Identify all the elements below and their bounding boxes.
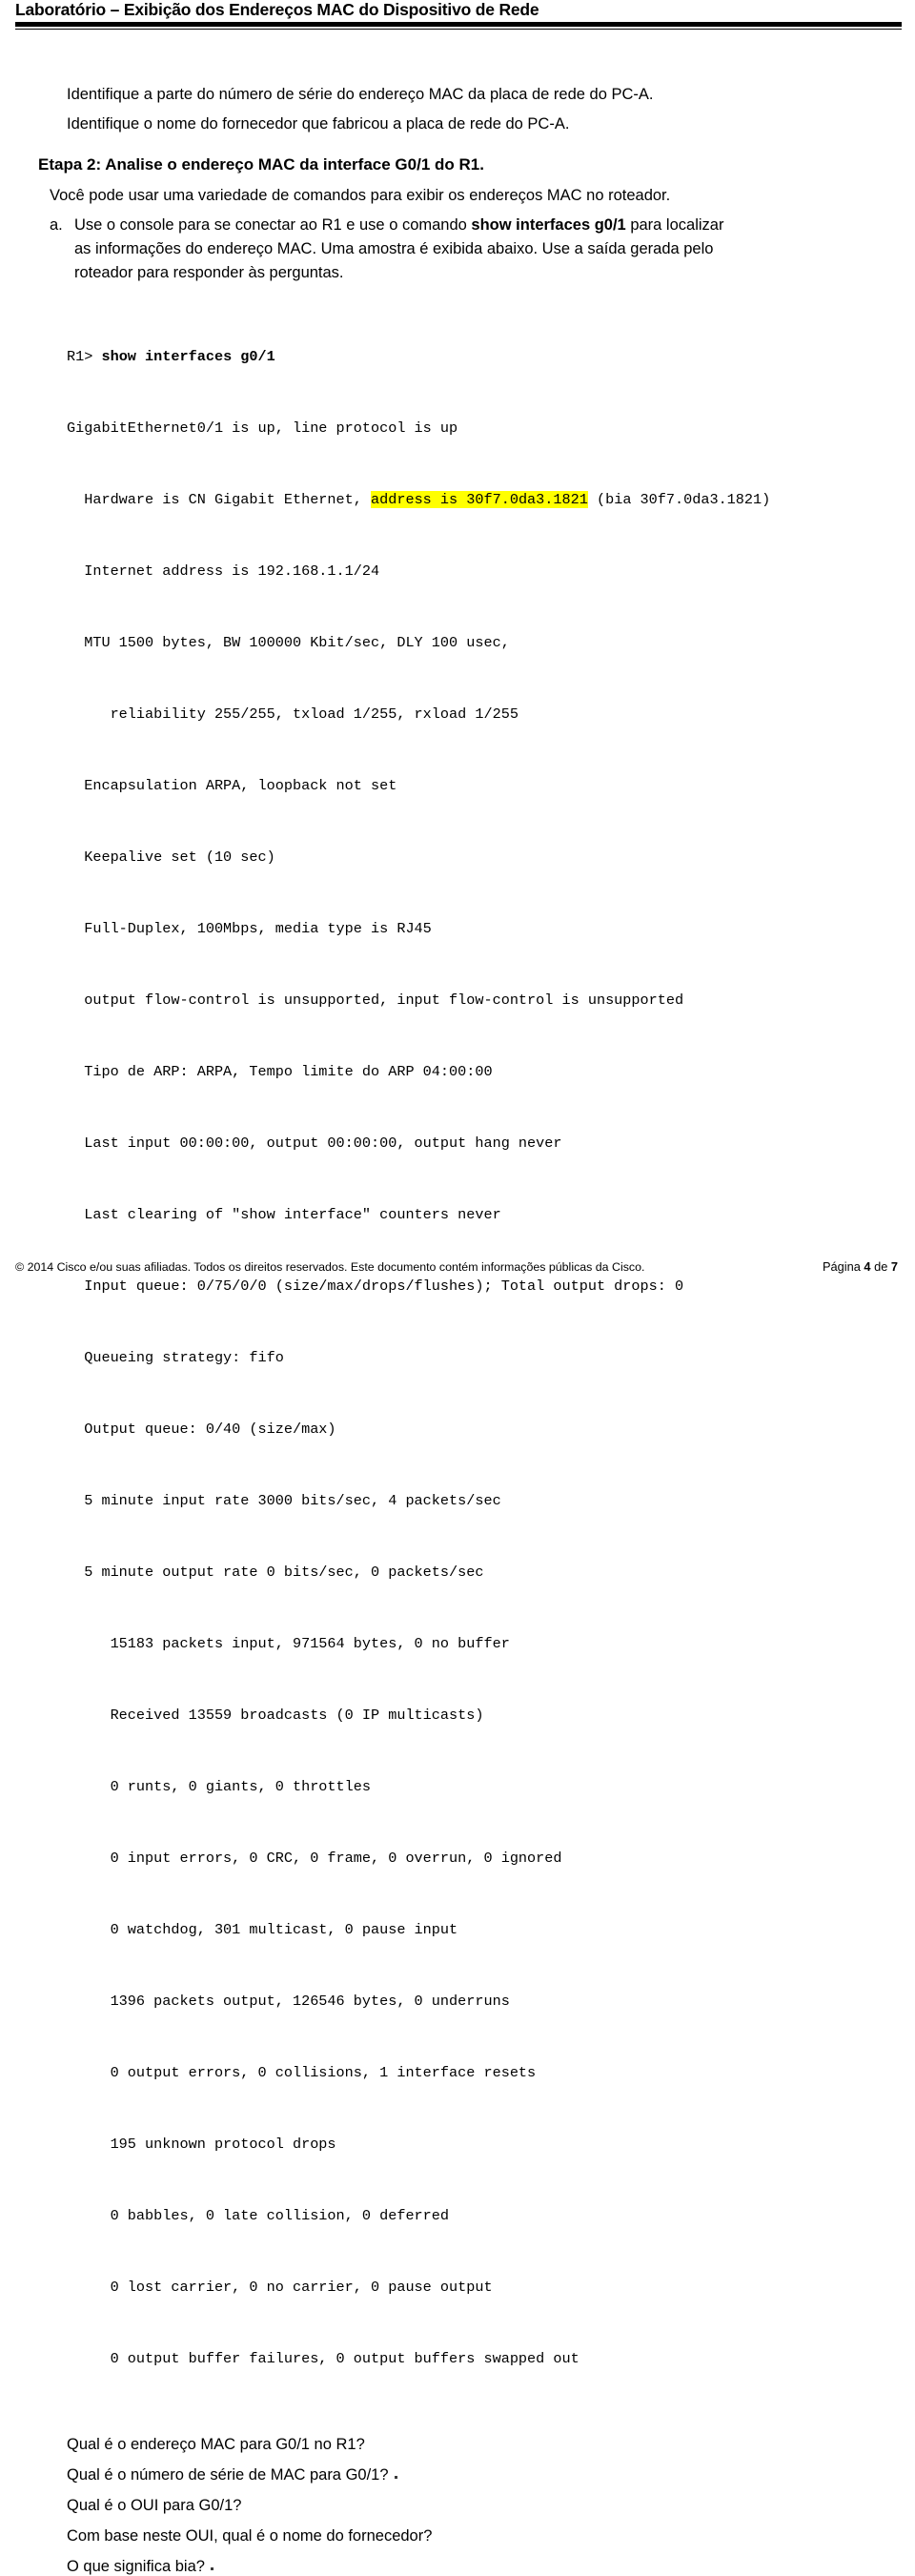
header-rule-thick [15, 22, 902, 27]
item-a-text-before: Use o console para se conectar ao R1 e u… [74, 216, 472, 234]
step-intro-text: Você pode usar uma variedade de comandos… [50, 187, 671, 204]
lettered-item-a: a. Use o console para se conectar ao R1 … [50, 214, 886, 285]
terminal-output: R1> show interfaces g0/1 GigabitEthernet… [67, 297, 886, 2419]
terminal-line: 0 runts, 0 giants, 0 throttles [67, 1778, 371, 1795]
terminal-line: Input queue: 0/75/0/0 (size/max/drops/fl… [67, 1278, 684, 1295]
terminal-prompt: R1> [67, 348, 102, 365]
terminal-line: Received 13559 broadcasts (0 IP multicas… [67, 1707, 484, 1724]
question-text: Com base neste OUI, qual é o nome do for… [67, 2527, 433, 2545]
lettered-item-marker: a. [50, 216, 63, 234]
footer-page-middle: de [870, 1259, 891, 1274]
carryover-item-2: Identifique o nome do fornecedor que fab… [67, 115, 570, 133]
item-a-command-bold: show interfaces g0/1 [471, 216, 626, 234]
terminal-command-line: R1> show interfaces g0/1 [67, 345, 886, 369]
question-item: Com base neste OUI, qual é o nome do for… [67, 2521, 886, 2551]
question-text: Qual é o OUI para G0/1? [67, 2497, 242, 2514]
page-content: Identifique a parte do número de série d… [0, 80, 915, 2576]
terminal-line: Full-Duplex, 100Mbps, media type is RJ45 [67, 920, 432, 937]
terminal-line-hardware: Hardware is CN Gigabit Ethernet, address… [67, 488, 886, 512]
terminal-line: reliability 255/255, txload 1/255, rxloa… [67, 705, 518, 723]
answer-mark [210, 2567, 214, 2570]
terminal-line: Tipo de ARP: ARPA, Tempo limite do ARP 0… [67, 1063, 493, 1080]
terminal-line: Keepalive set (10 sec) [67, 848, 275, 866]
question-text: Qual é o número de série de MAC para G0/… [67, 2466, 389, 2484]
terminal-line: 0 watchdog, 301 multicast, 0 pause input [67, 1921, 458, 1938]
terminal-line: 1396 packets output, 126546 bytes, 0 und… [67, 1993, 510, 2010]
footer-page-total: 7 [890, 1259, 898, 1274]
footer-page-prefix: Página [822, 1259, 864, 1274]
terminal-line: output flow-control is unsupported, inpu… [67, 992, 684, 1009]
terminal-line: 0 lost carrier, 0 no carrier, 0 pause ou… [67, 2279, 493, 2296]
footer-page-current: 4 [864, 1259, 871, 1274]
terminal-line: Encapsulation ARPA, loopback not set [67, 777, 397, 794]
terminal-line: 0 output buffer failures, 0 output buffe… [67, 2350, 580, 2367]
terminal-line: 0 output errors, 0 collisions, 1 interfa… [67, 2064, 537, 2081]
terminal-line: MTU 1500 bytes, BW 100000 Kbit/sec, DLY … [67, 634, 510, 651]
footer-copyright: © 2014 Cisco e/ou suas afiliadas. Todos … [15, 1260, 645, 1274]
carryover-item-1: Identifique a parte do número de série d… [67, 86, 654, 103]
hardware-line-prefix: Hardware is CN Gigabit Ethernet, [67, 491, 371, 508]
terminal-line: Queueing strategy: fifo [67, 1349, 284, 1366]
question-item: Qual é o endereço MAC para G0/1 no R1? [67, 2429, 886, 2460]
terminal-line: 195 unknown protocol drops [67, 2136, 336, 2153]
terminal-line: Output queue: 0/40 (size/max) [67, 1421, 336, 1438]
step-heading: Etapa 2: Analise o endereço MAC da inter… [38, 155, 484, 174]
terminal-line: 0 babbles, 0 late collision, 0 deferred [67, 2207, 450, 2224]
question-item: O que significa bia? [67, 2551, 886, 2576]
footer-page-number: Página 4 de 7 [823, 1259, 902, 1275]
terminal-line: 15183 packets input, 971564 bytes, 0 no … [67, 1635, 510, 1652]
document-page: Laboratório – Exibição dos Endereços MAC… [0, 0, 915, 2575]
header-rule-thin [15, 28, 902, 30]
mac-address-highlight: address is 30f7.0da3.1821 [371, 491, 588, 508]
lettered-item-body: Use o console para se conectar ao R1 e u… [74, 214, 742, 285]
header-title: Laboratório – Exibição dos Endereços MAC… [15, 0, 539, 19]
terminal-line: GigabitEthernet0/1 is up, line protocol … [67, 419, 458, 437]
terminal-line: 0 input errors, 0 CRC, 0 frame, 0 overru… [67, 1850, 562, 1867]
question-text: Qual é o endereço MAC para G0/1 no R1? [67, 2436, 365, 2453]
question-item: Qual é o OUI para G0/1? [67, 2490, 886, 2521]
page-footer: © 2014 Cisco e/ou suas afiliadas. Todos … [0, 1259, 915, 1275]
question-item: Qual é o número de série de MAC para G0/… [67, 2460, 886, 2490]
terminal-line: Last input 00:00:00, output 00:00:00, ou… [67, 1135, 562, 1152]
page-header: Laboratório – Exibição dos Endereços MAC… [0, 0, 915, 30]
terminal-line: Last clearing of "show interface" counte… [67, 1206, 501, 1223]
terminal-line: 5 minute input rate 3000 bits/sec, 4 pac… [67, 1492, 501, 1509]
terminal-command: show interfaces g0/1 [101, 348, 275, 365]
answer-mark [394, 2476, 397, 2479]
question-text: O que significa bia? [67, 2558, 205, 2575]
questions-list: Qual é o endereço MAC para G0/1 no R1? Q… [67, 2429, 886, 2576]
terminal-line: Internet address is 192.168.1.1/24 [67, 562, 380, 580]
terminal-line: 5 minute output rate 0 bits/sec, 0 packe… [67, 1564, 484, 1581]
hardware-line-suffix: (bia 30f7.0da3.1821) [587, 491, 771, 508]
